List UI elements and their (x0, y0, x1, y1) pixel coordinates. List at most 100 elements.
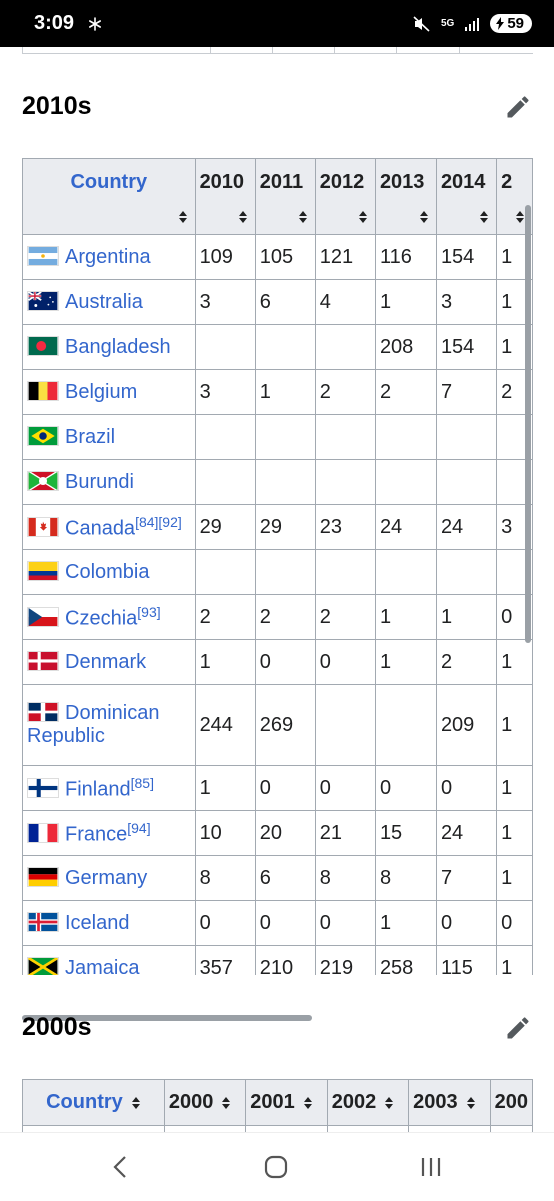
value-cell: 2 (254, 594, 316, 640)
jamaica-flag-icon (27, 956, 59, 975)
value-cell: 2 (435, 639, 498, 685)
back-icon[interactable] (106, 1153, 136, 1181)
sort-icon[interactable] (221, 1096, 231, 1110)
country-link[interactable]: Finland (65, 778, 131, 800)
value-cell: 209 (435, 684, 498, 766)
value-cell (314, 549, 376, 595)
recents-icon[interactable] (416, 1153, 446, 1181)
value-cell: 1 (496, 855, 533, 901)
value-cell: 2 (314, 369, 376, 415)
edit-pencil-icon[interactable] (504, 1014, 532, 1042)
value-cell (314, 459, 376, 505)
table-2000s[interactable]: Country 2000 2001 2002 2003 200 (22, 1079, 533, 1132)
sort-icon[interactable] (466, 1096, 476, 1110)
value-cell (254, 459, 316, 505)
table-row: Belgium 3 1 2 2 7 2 (22, 369, 533, 415)
value-cell (314, 324, 376, 370)
country-link[interactable]: Germany (65, 867, 147, 889)
value-cell (314, 684, 376, 766)
czechia-flag-icon (27, 607, 59, 628)
value-cell (194, 324, 256, 370)
reference-link[interactable]: [94] (127, 820, 150, 836)
country-cell[interactable]: Canada[84][92] (22, 504, 196, 550)
column-header-2012[interactable]: 2012 (314, 158, 376, 235)
table-2010s[interactable]: Country 2010 2011 2012 2013 2014 2 Argen… (22, 158, 533, 975)
column-header-country[interactable]: Country (22, 1079, 165, 1126)
value-cell: 8 (194, 855, 256, 901)
reference-link[interactable]: [84][92] (135, 514, 182, 530)
charging-icon (496, 17, 505, 30)
sort-icon[interactable] (298, 210, 308, 224)
sort-icon[interactable] (303, 1096, 313, 1110)
country-link[interactable]: Jamaica (65, 957, 139, 976)
column-header-2014[interactable]: 2014 (435, 158, 498, 235)
country-cell[interactable]: Argentina (22, 234, 196, 280)
value-cell: 7 (435, 855, 498, 901)
value-cell (435, 459, 498, 505)
sort-icon[interactable] (238, 210, 248, 224)
value-cell: 0 (435, 900, 498, 946)
country-cell[interactable]: Belgium (22, 369, 196, 415)
country-cell[interactable]: Iceland (22, 900, 196, 946)
value-cell: 109 (194, 234, 256, 280)
sort-icon[interactable] (131, 1096, 141, 1110)
country-link[interactable]: France (65, 823, 127, 845)
country-link[interactable]: Denmark (65, 651, 146, 673)
value-cell (374, 414, 437, 460)
home-icon[interactable] (261, 1153, 291, 1181)
country-cell[interactable]: Germany (22, 855, 196, 901)
column-header-2003[interactable]: 2003 (408, 1079, 491, 1126)
column-header-2011[interactable]: 2011 (254, 158, 316, 235)
value-cell: 0 (314, 900, 376, 946)
column-header-2010[interactable]: 2010 (194, 158, 256, 235)
reference-link[interactable]: [85] (131, 775, 154, 791)
country-cell[interactable]: Burundi (22, 459, 196, 505)
sort-icon[interactable] (419, 210, 429, 224)
country-cell[interactable]: Colombia (22, 549, 196, 595)
value-cell: 2 (374, 369, 437, 415)
value-cell: 1 (374, 594, 437, 640)
vertical-scrollbar[interactable] (525, 205, 531, 643)
country-cell[interactable]: Czechia[93] (22, 594, 196, 640)
column-header-2001[interactable]: 2001 (245, 1079, 328, 1126)
value-cell: 1 (435, 594, 498, 640)
country-link[interactable]: Belgium (65, 381, 137, 403)
column-header-2002[interactable]: 2002 (326, 1079, 410, 1126)
edit-pencil-icon[interactable] (504, 93, 532, 121)
value-cell: 219 (314, 945, 376, 975)
article-content[interactable]: 2010s Country 2010 2011 2012 2013 2014 2… (0, 47, 554, 1132)
country-link[interactable]: Argentina (65, 246, 151, 268)
country-link[interactable]: Bangladesh (65, 336, 171, 358)
country-cell[interactable]: Denmark (22, 639, 196, 685)
country-cell[interactable]: Finland[85] (22, 765, 196, 811)
country-cell[interactable]: Jamaica (22, 945, 196, 976)
sort-icon[interactable] (358, 210, 368, 224)
country-link[interactable]: Colombia (65, 561, 149, 583)
column-header-country[interactable]: Country (22, 158, 196, 235)
country-link[interactable]: Australia (65, 291, 143, 313)
reference-link[interactable]: [93] (137, 604, 160, 620)
country-cell[interactable]: Bangladesh (22, 324, 196, 370)
country-link[interactable]: Burundi (65, 471, 134, 493)
country-link[interactable]: Brazil (65, 426, 115, 448)
sort-icon[interactable] (479, 210, 489, 224)
column-header-2013[interactable]: 2013 (374, 158, 437, 235)
country-cell[interactable]: France[94] (22, 810, 196, 856)
column-header-2000[interactable]: 2000 (163, 1079, 247, 1126)
value-cell: 0 (496, 900, 533, 946)
sort-icon[interactable] (515, 210, 525, 224)
country-cell[interactable]: Australia (22, 279, 196, 325)
battery-level: 59 (507, 15, 524, 32)
dominican-flag-icon (27, 702, 59, 722)
country-cell[interactable]: Brazil (22, 414, 196, 460)
country-link[interactable]: Canada (65, 517, 135, 539)
belgium-flag-icon (27, 380, 59, 401)
column-header-2004[interactable]: 200 (489, 1079, 533, 1126)
country-link[interactable]: Czechia (65, 607, 137, 629)
country-link[interactable]: Iceland (65, 912, 130, 934)
sort-icon[interactable] (384, 1096, 394, 1110)
value-cell: 0 (314, 765, 376, 811)
country-cell[interactable]: Dominican Republic (22, 684, 196, 766)
sort-icon[interactable] (178, 210, 188, 224)
network-type: 5G (440, 17, 455, 29)
